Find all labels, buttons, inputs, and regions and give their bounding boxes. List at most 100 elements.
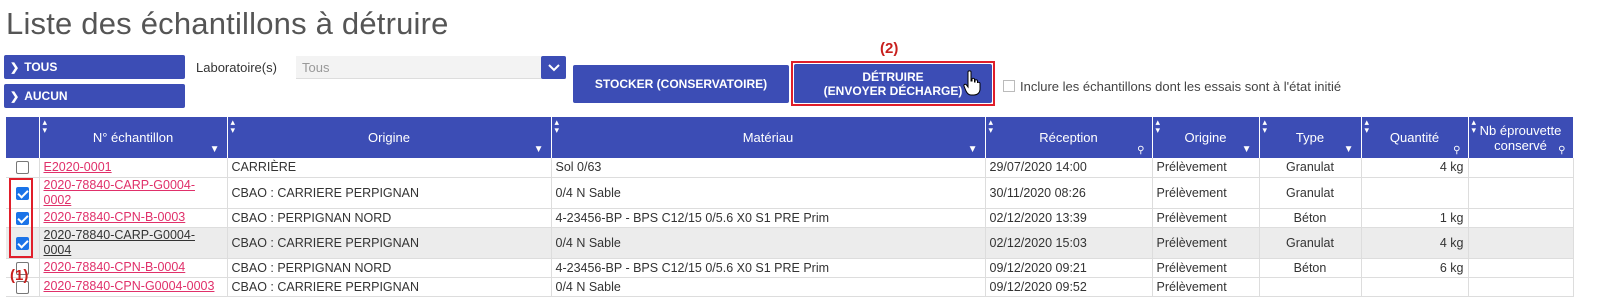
chevron-down-icon — [547, 63, 560, 71]
origin2-cell: Prélèvement — [1152, 208, 1260, 228]
annotation-1: (1) — [10, 267, 29, 284]
sort-icon[interactable]: ▴ ▾ — [1472, 118, 1477, 135]
quantity-cell: 4 kg — [1361, 227, 1469, 259]
quantity-cell: 1 kg — [1361, 208, 1469, 228]
type-cell: Granulat — [1259, 158, 1362, 178]
table-row[interactable]: E2020-0001 CARRIÈRE Sol 0/63 29/07/2020 14:… — [6, 158, 1574, 178]
select-none-button[interactable]: ❯ AUCUN — [4, 84, 185, 108]
nb-tubes-cell — [1468, 277, 1574, 297]
table-row[interactable]: 2020-78840-CARP-G0004-0002 CBAO : CARRIER… — [6, 177, 1574, 209]
header-label: Matériau — [742, 130, 794, 145]
header-label: Réception — [1039, 130, 1098, 145]
origin2-cell: Prélèvement — [1152, 258, 1260, 278]
sample-number-link[interactable]: 2020-78840-CPN-B-0004 — [39, 258, 228, 278]
sort-icon[interactable]: ▴ ▾ — [43, 118, 48, 135]
origin-cell: CARRIÈRE — [227, 158, 552, 178]
table-row[interactable]: 2020-78840-CPN-B-0004 CBAO : PERPIGNAN NO… — [6, 258, 1574, 278]
destroy-label-line1: DÉTRUIRE — [862, 69, 924, 84]
origin-cell: CBAO : PERPIGNAN NORD — [227, 258, 552, 278]
header-label: Nb éprouvette — [1479, 122, 1562, 138]
reception-cell: 09/12/2020 09:21 — [985, 258, 1153, 278]
laboratory-select[interactable]: Tous — [296, 56, 566, 79]
search-icon[interactable]: ⚲ — [1558, 145, 1565, 156]
reception-cell: 09/12/2020 09:52 — [985, 277, 1153, 297]
nb-tubes-cell — [1468, 177, 1574, 209]
filter-icon[interactable]: ▼ — [968, 144, 978, 155]
select-checkbox[interactable] — [15, 161, 29, 175]
material-cell: 4-23456-BP - BPS C12/15 0/5.6 X0 S1 PRE … — [551, 208, 986, 228]
nb-tubes-cell — [1468, 158, 1574, 178]
header-label: Origine — [1184, 130, 1227, 145]
type-cell: Béton — [1259, 258, 1362, 278]
sample-number-link[interactable]: 2020-78840-CARP-G0004-0002 — [39, 177, 228, 209]
header-origin-2[interactable]: ▴ ▾ Origine ▼ — [1152, 117, 1260, 158]
header-quantity[interactable]: ▴ ▾ Quantité ⚲ — [1361, 117, 1469, 158]
quantity-cell: 6 kg — [1361, 258, 1469, 278]
header-origin[interactable]: ▴ ▾ Origine ▼ — [227, 117, 552, 158]
origin2-cell: Prélèvement — [1152, 177, 1260, 209]
nb-tubes-cell — [1468, 227, 1574, 259]
header-nb-tubes[interactable]: ▴ ▾ Nb éprouvette conservé ⚲ — [1468, 117, 1574, 158]
material-cell: 4-23456-BP - BPS C12/15 0/5.6 X0 S1 PRE … — [551, 258, 986, 278]
filter-icon[interactable]: ▼ — [1344, 144, 1354, 155]
store-label: STOCKER (CONSERVATOIRE) — [594, 77, 768, 91]
search-icon[interactable]: ⚲ — [1137, 145, 1144, 156]
annotation-2: (2) — [880, 40, 899, 57]
nb-tubes-cell — [1468, 258, 1574, 278]
origin-cell: CBAO : PERPIGNAN NORD — [227, 208, 552, 228]
header-select — [6, 117, 40, 158]
table-row[interactable]: 2020-78840-CPN-G0004-0003 CBAO : CARRIERE… — [6, 277, 1574, 297]
origin-cell: CBAO : CARRIERE PERPIGNAN — [227, 227, 552, 259]
select-all-label: TOUS — [24, 60, 58, 74]
page-title: Liste des échantillons à détruire — [6, 6, 449, 41]
table-row[interactable]: 2020-78840-CARP-G0004-0004 CBAO : CARRIER… — [6, 227, 1574, 259]
chevron-down-icon: ❯ — [10, 61, 20, 74]
type-cell — [1259, 277, 1362, 297]
header-material[interactable]: ▴ ▾ Matériau ▼ — [551, 117, 986, 158]
origin-cell: CBAO : CARRIERE PERPIGNAN — [227, 277, 552, 297]
quantity-cell: 4 kg — [1361, 158, 1469, 178]
sample-number-link[interactable]: 2020-78840-CPN-B-0003 — [39, 208, 228, 228]
material-cell: 0/4 N Sable — [551, 277, 986, 297]
sample-number-link[interactable]: 2020-78840-CPN-G0004-0003 — [39, 277, 228, 297]
destroy-label-line2: (ENVOYER DÉCHARGE) — [823, 83, 963, 98]
origin-cell: CBAO : CARRIERE PERPIGNAN — [227, 177, 552, 209]
chevron-down-icon: ❯ — [10, 90, 20, 103]
filter-icon[interactable]: ▼ — [1242, 144, 1252, 155]
sort-icon[interactable]: ▴ ▾ — [1156, 118, 1161, 135]
reception-cell: 30/11/2020 08:26 — [985, 177, 1153, 209]
type-cell: Béton — [1259, 208, 1362, 228]
table-row[interactable]: 2020-78840-CPN-B-0003 CBAO : PERPIGNAN NO… — [6, 208, 1574, 228]
origin2-cell: Prélèvement — [1152, 227, 1260, 259]
sort-icon[interactable]: ▴ ▾ — [989, 118, 994, 135]
include-initiated-checkbox[interactable] — [1003, 80, 1015, 92]
nb-tubes-cell — [1468, 208, 1574, 228]
search-icon[interactable]: ⚲ — [1453, 145, 1460, 156]
filter-icon[interactable]: ▼ — [534, 144, 544, 155]
sample-number-link[interactable]: 2020-78840-CARP-G0004-0004 — [39, 227, 228, 259]
table-header-row: ▴ ▾ N° échantillon ▼ ▴ ▾ Origine ▼ ▴ ▾ Matériau ▼… — [6, 117, 1574, 158]
header-sample-no[interactable]: ▴ ▾ N° échantillon ▼ — [39, 117, 228, 158]
reception-cell: 29/07/2020 14:00 — [985, 158, 1153, 178]
sort-icon[interactable]: ▴ ▾ — [555, 118, 560, 135]
type-cell: Granulat — [1259, 227, 1362, 259]
laboratory-dropdown-button[interactable] — [541, 56, 566, 79]
filter-icon[interactable]: ▼ — [210, 144, 220, 155]
sort-icon[interactable]: ▴ ▾ — [1263, 118, 1268, 135]
header-reception[interactable]: ▴ ▾ Réception ⚲ — [985, 117, 1153, 158]
type-cell: Granulat — [1259, 177, 1362, 209]
select-none-label: AUCUN — [24, 89, 68, 103]
samples-table: ▴ ▾ N° échantillon ▼ ▴ ▾ Origine ▼ ▴ ▾ Matériau ▼… — [6, 117, 1574, 297]
laboratory-label: Laboratoire(s) — [196, 60, 277, 75]
reception-cell: 02/12/2020 15:03 — [985, 227, 1153, 259]
sort-icon[interactable]: ▴ ▾ — [231, 118, 236, 135]
material-cell: 0/4 N Sable — [551, 177, 986, 209]
store-button[interactable]: STOCKER (CONSERVATOIRE) — [573, 65, 789, 103]
header-label: Origine — [368, 130, 410, 145]
header-type[interactable]: ▴ ▾ Type ▼ — [1259, 117, 1362, 158]
sort-icon[interactable]: ▴ ▾ — [1365, 118, 1370, 135]
sample-number-link[interactable]: E2020-0001 — [39, 158, 228, 178]
select-all-button[interactable]: ❯ TOUS — [4, 55, 185, 79]
material-cell: 0/4 N Sable — [551, 227, 986, 259]
hand-cursor-icon — [963, 70, 981, 96]
